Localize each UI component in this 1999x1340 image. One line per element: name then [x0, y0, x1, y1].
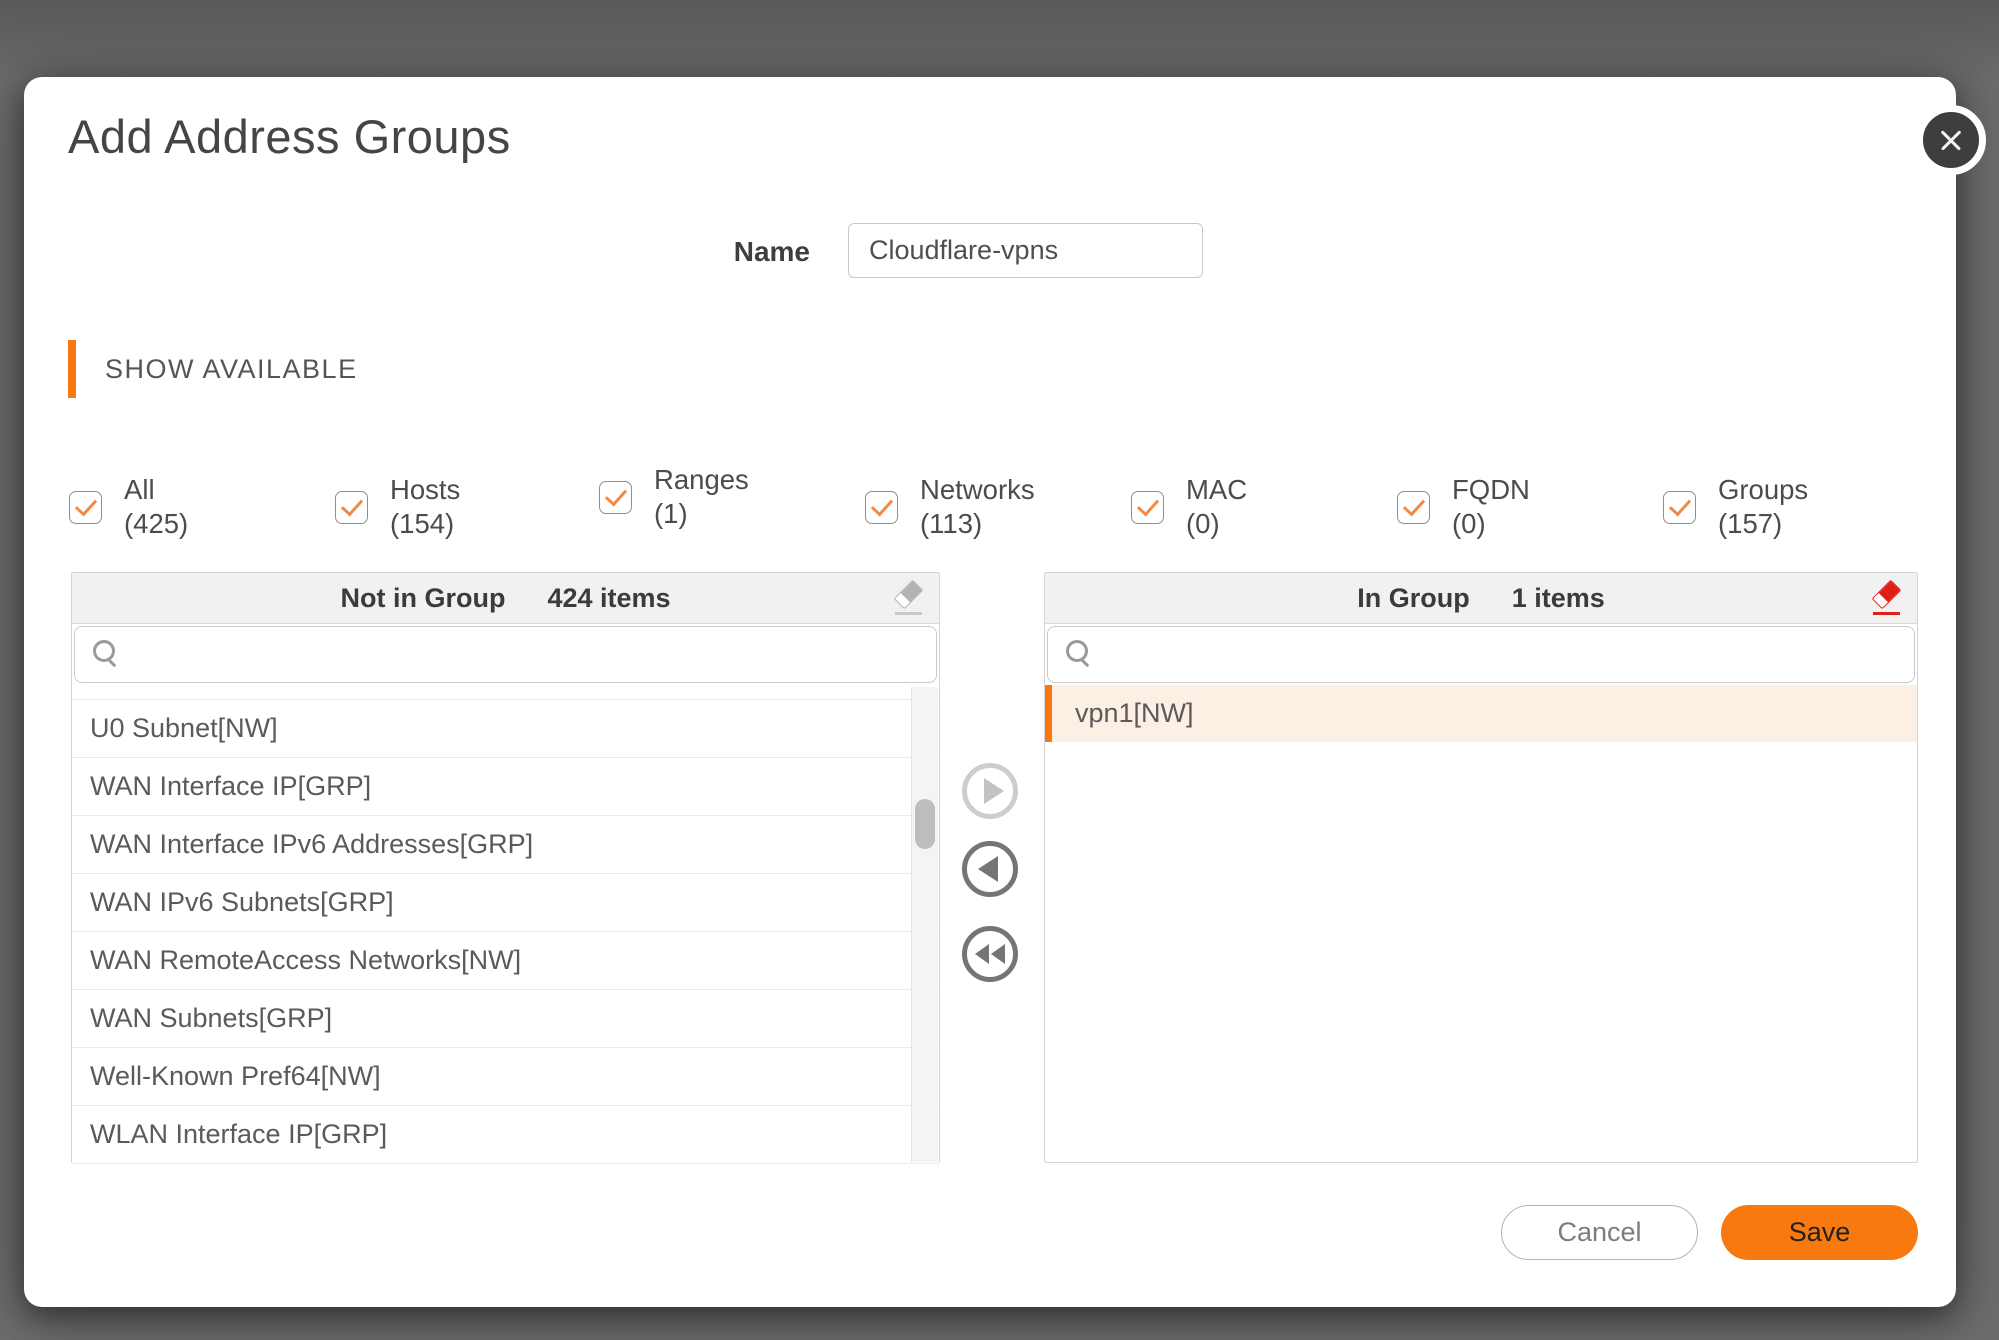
move-right-button[interactable]	[962, 763, 1018, 819]
filter-label: Ranges (1)	[654, 463, 749, 531]
address-list-item[interactable]: WLAN Interface IP[GRP]	[72, 1106, 939, 1164]
address-label: Well-Known Pref64[NW]	[90, 1061, 381, 1092]
double-arrow-left-icon	[975, 944, 989, 964]
not-in-group-search	[74, 626, 937, 683]
eraser-icon	[1872, 580, 1902, 610]
address-label: WAN IPv6 Subnets[GRP]	[90, 887, 394, 918]
filter-label: Networks (113)	[920, 473, 1035, 541]
address-list-item[interactable]: U0 Subnet[NW]	[72, 700, 939, 758]
eraser-icon	[894, 580, 924, 610]
in-group-list: vpn1[NW]	[1045, 685, 1917, 742]
in-group-count: 1 items	[1512, 583, 1605, 614]
in-group-search	[1047, 626, 1915, 683]
arrow-right-icon	[984, 778, 1004, 804]
address-label: U0 Subnet[NW]	[90, 713, 278, 744]
search-icon	[93, 640, 123, 670]
selected-accent-bar	[1045, 685, 1052, 742]
scrollbar-track[interactable]	[911, 687, 938, 1162]
address-list-item[interactable]: WAN Subnets[GRP]	[72, 990, 939, 1048]
cancel-button[interactable]: Cancel	[1501, 1205, 1698, 1260]
eraser-underline	[895, 612, 922, 615]
check-mark-icon	[1137, 493, 1159, 516]
check-mark-icon	[1669, 493, 1691, 516]
address-list-item[interactable]: WAN IPv6 Subnets[GRP]	[72, 874, 939, 932]
dialog-overlay: Add Address Groups Name SHOW AVAILABLE A…	[0, 0, 1999, 1340]
check-mark-icon	[1403, 493, 1425, 516]
in-group-header: In Group 1 items	[1045, 573, 1917, 624]
type-filter-checkbox-item[interactable]: FQDN (0)	[1397, 473, 1530, 541]
in-group-panel: In Group 1 items vpn1[NW]	[1044, 572, 1918, 1163]
dialog-title: Add Address Groups	[68, 109, 511, 164]
not-in-group-search-input[interactable]	[135, 627, 926, 684]
checkbox-checked-icon[interactable]	[1663, 491, 1696, 524]
filter-label: All (425)	[124, 473, 188, 541]
filter-label: MAC (0)	[1186, 473, 1247, 541]
type-filter-checkbox-item[interactable]: Groups (157)	[1663, 473, 1808, 541]
in-group-search-input[interactable]	[1108, 627, 1904, 684]
arrow-left-icon	[978, 856, 998, 882]
address-label: WAN Subnets[GRP]	[90, 1003, 332, 1034]
section-label: SHOW AVAILABLE	[105, 354, 358, 385]
check-mark-icon	[605, 483, 627, 506]
add-address-groups-dialog: Add Address Groups Name SHOW AVAILABLE A…	[24, 77, 1956, 1307]
scrollbar-thumb[interactable]	[915, 799, 935, 849]
move-left-button[interactable]	[962, 841, 1018, 897]
not-in-group-panel: Not in Group 424 items U0 Subnet[NW]	[71, 572, 940, 1163]
address-label: WAN RemoteAccess Networks[NW]	[90, 945, 521, 976]
address-list-item[interactable]: Well-Known Pref64[NW]	[72, 1048, 939, 1106]
address-label: WLAN Interface IP[GRP]	[90, 1119, 387, 1150]
selected-address-item[interactable]: vpn1[NW]	[1045, 685, 1917, 742]
not-in-group-count: 424 items	[547, 583, 670, 614]
checkbox-checked-icon[interactable]	[69, 491, 102, 524]
search-icon	[1066, 640, 1096, 670]
in-group-title: In Group	[1357, 583, 1469, 614]
filter-label: Groups (157)	[1718, 473, 1808, 541]
address-list-item[interactable]: WAN Interface IP[GRP]	[72, 758, 939, 816]
checkbox-checked-icon[interactable]	[865, 491, 898, 524]
name-label: Name	[664, 235, 810, 269]
address-list-item[interactable]: WAN Interface IPv6 Addresses[GRP]	[72, 816, 939, 874]
checkbox-checked-icon[interactable]	[1131, 491, 1164, 524]
save-button[interactable]: Save	[1721, 1205, 1918, 1260]
list-row-partial	[72, 685, 939, 700]
not-in-group-title: Not in Group	[340, 583, 505, 614]
name-input[interactable]	[848, 223, 1203, 278]
type-filter-checkbox-item[interactable]: All (425)	[69, 473, 188, 541]
clear-in-group-button[interactable]	[1869, 582, 1905, 616]
section-accent-bar	[68, 340, 76, 398]
address-label: vpn1[NW]	[1075, 698, 1194, 729]
close-button[interactable]	[1916, 105, 1986, 175]
address-label: WAN Interface IPv6 Addresses[GRP]	[90, 829, 533, 860]
check-mark-icon	[871, 493, 893, 516]
checkbox-checked-icon[interactable]	[599, 481, 632, 514]
address-label: WAN Interface IP[GRP]	[90, 771, 371, 802]
check-mark-icon	[75, 493, 97, 516]
type-filter-checkbox-item[interactable]: Networks (113)	[865, 473, 1035, 541]
eraser-underline	[1873, 612, 1900, 615]
not-in-group-list: U0 Subnet[NW] WAN Interface IP[GRP] WAN …	[72, 685, 939, 1164]
type-filter-checkbox-item[interactable]: MAC (0)	[1131, 473, 1247, 541]
move-all-left-button[interactable]	[962, 926, 1018, 982]
checkbox-checked-icon[interactable]	[1397, 491, 1430, 524]
filter-label: Hosts (154)	[390, 473, 460, 541]
filter-label: FQDN (0)	[1452, 473, 1530, 541]
type-filter-checkbox-item[interactable]: Hosts (154)	[335, 473, 460, 541]
type-filter-checkbox-item[interactable]: Ranges (1)	[599, 463, 749, 531]
checkbox-checked-icon[interactable]	[335, 491, 368, 524]
double-arrow-left-icon	[991, 944, 1005, 964]
clear-not-in-group-button[interactable]	[891, 582, 927, 616]
not-in-group-header: Not in Group 424 items	[72, 573, 939, 624]
address-list-item[interactable]: WAN RemoteAccess Networks[NW]	[72, 932, 939, 990]
check-mark-icon	[341, 493, 363, 516]
